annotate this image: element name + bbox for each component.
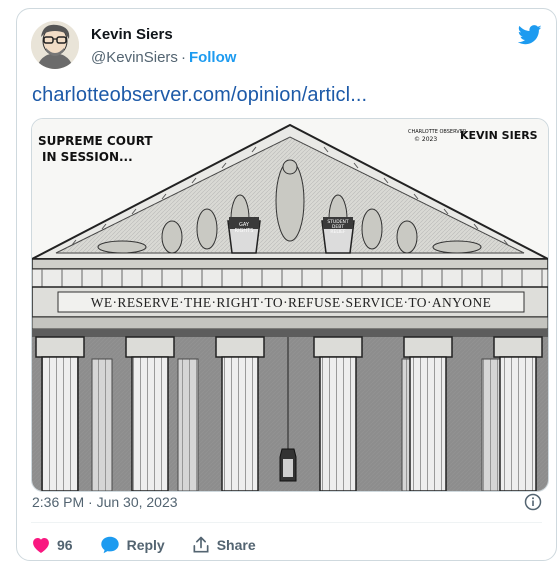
- author-avatar[interactable]: [31, 21, 79, 69]
- cartoon-image[interactable]: GAY RIGHTS STUDENT DEBT RELIEF WE·RESERV…: [31, 118, 549, 492]
- info-icon[interactable]: [524, 493, 542, 511]
- cartoon-credit-line1: CHARLOTTE OBSERVER: [408, 129, 467, 135]
- cartoon-caption-line1: SUPREME COURT: [38, 134, 153, 148]
- share-button[interactable]: Share: [191, 535, 256, 555]
- bucket-left-line2: RIGHTS: [235, 228, 254, 234]
- follow-button[interactable]: Follow: [189, 49, 237, 66]
- divider: [31, 522, 542, 523]
- bucket-right-line3: RELIEF: [330, 229, 346, 235]
- tweet-card: Kevin Siers @KevinSiers · Follow charlotte…: [16, 8, 557, 561]
- share-icon: [193, 536, 209, 553]
- frieze-inscription: WE·RESERVE·THE·RIGHT·TO·REFUSE·SERVICE·T…: [91, 295, 492, 310]
- author-name[interactable]: Kevin Siers: [91, 26, 173, 43]
- heart-icon: [33, 538, 49, 553]
- action-bar: 96 Reply Share: [31, 533, 282, 557]
- handle-row: @KevinSiers · Follow: [91, 49, 236, 66]
- cartoon-caption-line2: IN SESSION...: [42, 150, 133, 164]
- reply-button[interactable]: Reply: [99, 534, 165, 556]
- article-link[interactable]: charlotteobserver.com/opinion/articl...: [32, 84, 367, 107]
- tweet-timestamp[interactable]: 2:36 PM · Jun 30, 2023: [32, 494, 178, 510]
- reply-bubble-icon: [100, 536, 119, 554]
- twitter-bird-icon[interactable]: [517, 25, 542, 45]
- author-handle[interactable]: @KevinSiers: [91, 49, 178, 66]
- cartoon-signature: KEVIN SIERS: [460, 129, 538, 142]
- share-label: Share: [216, 537, 256, 553]
- like-count: 96: [57, 537, 73, 553]
- separator-dot: ·: [180, 49, 186, 66]
- cartoon-credit-line2: © 2023: [414, 136, 437, 143]
- reply-label: Reply: [126, 537, 165, 553]
- like-button[interactable]: 96: [31, 535, 73, 555]
